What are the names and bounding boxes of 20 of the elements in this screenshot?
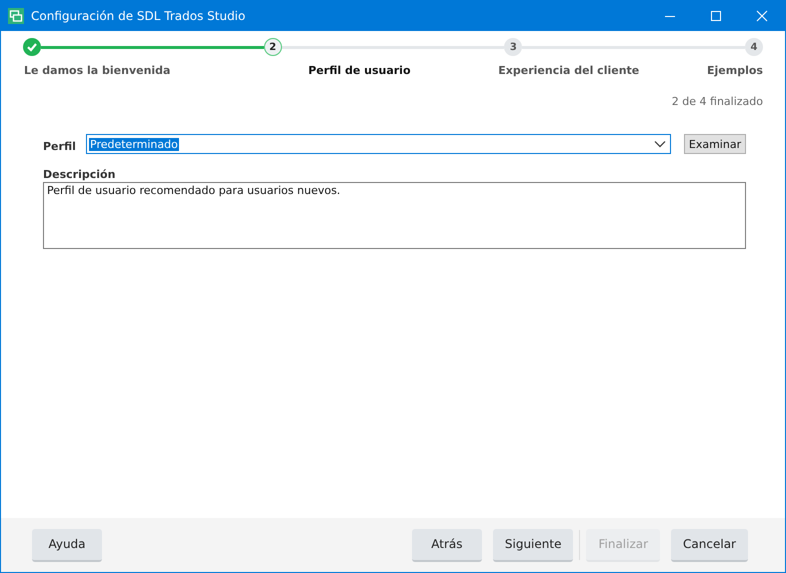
wizard-button[interactable]: Atrás — [412, 528, 482, 562]
window-title: Configuración de SDL Trados Studio — [31, 9, 246, 23]
chevron-down-icon — [654, 140, 666, 148]
step-number: 3 — [504, 38, 522, 56]
step-number: 4 — [745, 38, 764, 56]
description-field[interactable]: Perfil de usuario recomendado para usuarios nuevos. — [43, 182, 746, 249]
wizard-button[interactable]: Cancelar — [671, 528, 748, 562]
profile-dropdown[interactable]: Predeterminado — [86, 134, 671, 154]
profile-label: Perfil — [43, 140, 77, 152]
help-button[interactable]: Ayuda — [32, 528, 102, 562]
step-number: 2 — [264, 38, 282, 56]
progress-text: 2 de 4 finalizado — [670, 95, 763, 108]
app-icon — [8, 8, 24, 24]
wizard-button[interactable]: Siguiente — [492, 528, 574, 562]
step-label: Perfil de usuario — [308, 64, 410, 77]
step-label: Ejemplos — [707, 64, 763, 77]
description-label: Descripción — [43, 168, 116, 181]
browse-button[interactable]: Examinar — [684, 134, 746, 154]
step-label: Experiencia del cliente — [498, 64, 640, 77]
step-label: Le damos la bienvenida — [24, 64, 170, 77]
